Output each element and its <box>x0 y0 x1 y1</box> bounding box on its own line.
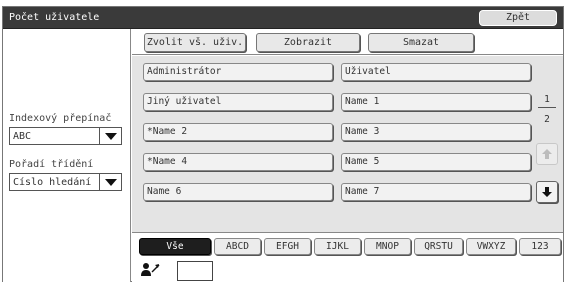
chevron-down-icon <box>99 174 121 190</box>
current-page-number: 1 <box>544 94 550 105</box>
arrow-down-icon <box>542 187 552 197</box>
back-button[interactable]: Zpět <box>479 10 557 26</box>
user-button[interactable]: Jiný uživatel <box>143 93 333 111</box>
user-button[interactable]: *Name 4 <box>143 153 333 171</box>
arrow-up-icon <box>542 149 552 159</box>
sort-order-dropdown[interactable]: Číslo hledání <box>9 173 122 191</box>
tab-qrstu[interactable]: QRSTU <box>414 238 463 255</box>
page-down-button[interactable] <box>536 181 558 203</box>
tab-efgh[interactable]: EFGH <box>264 238 311 255</box>
chevron-down-icon <box>99 128 121 144</box>
user-button[interactable]: Name 3 <box>341 123 531 141</box>
index-switch-dropdown[interactable]: ABC <box>9 127 122 145</box>
tab-ijkl[interactable]: IJKL <box>314 238 361 255</box>
tab-abcd[interactable]: ABCD <box>214 238 261 255</box>
action-toolbar: Zvolit vš. uživ. Zobrazit Smazat <box>132 29 563 55</box>
user-number-row <box>132 256 563 282</box>
user-list: Administrátor Jiný uživatel *Name 2 *Nam… <box>132 56 563 232</box>
user-button[interactable]: Name 6 <box>143 183 333 201</box>
sidebar: Indexový přepínač ABC Pořadí třídění Čís… <box>3 29 131 282</box>
user-button[interactable]: Name 1 <box>341 93 531 111</box>
user-button[interactable]: *Name 2 <box>143 123 333 141</box>
user-number-icon <box>141 263 160 276</box>
user-button[interactable]: Administrátor <box>143 63 333 81</box>
title-bar: Počet uživatele Zpět <box>3 7 563 29</box>
index-tab-bar: Vše ABCD EFGH IJKL MNOP QRSTU VWXYZ 123 <box>132 232 563 256</box>
sort-order-value: Číslo hledání <box>13 176 92 188</box>
sort-order-label: Pořadí třídění <box>9 159 94 170</box>
page-title: Počet uživatele <box>9 12 100 23</box>
user-button[interactable]: Uživatel <box>341 63 531 81</box>
select-all-users-button[interactable]: Zvolit vš. uživ. <box>144 33 246 52</box>
total-pages-number: 2 <box>544 114 550 125</box>
delete-button[interactable]: Smazat <box>368 33 474 52</box>
user-count-panel: Počet uživatele Zpět Indexový přepínač A… <box>2 6 564 282</box>
tab-mnop[interactable]: MNOP <box>364 238 411 255</box>
index-switch-value: ABC <box>13 130 32 142</box>
user-button[interactable]: Name 5 <box>341 153 531 171</box>
page-divider <box>538 107 556 108</box>
tab-vwxyz[interactable]: VWXYZ <box>466 238 516 255</box>
page-up-button[interactable] <box>536 143 558 165</box>
tab-all[interactable]: Vše <box>139 238 211 255</box>
index-switch-label: Indexový přepínač <box>9 113 112 124</box>
tab-123[interactable]: 123 <box>519 238 561 255</box>
user-number-field[interactable] <box>177 261 213 281</box>
display-button[interactable]: Zobrazit <box>256 33 360 52</box>
user-button[interactable]: Name 7 <box>341 183 531 201</box>
